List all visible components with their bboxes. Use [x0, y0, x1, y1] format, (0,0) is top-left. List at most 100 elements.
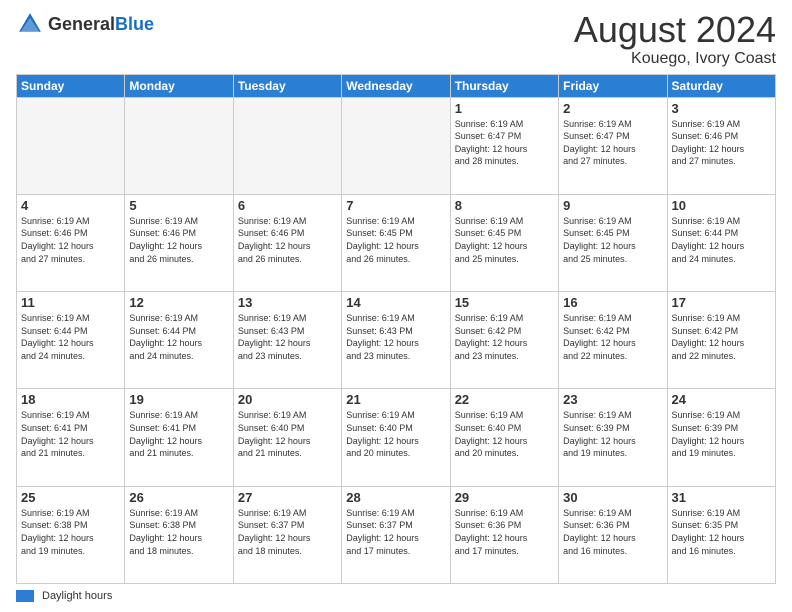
calendar-cell-w1-d3	[233, 97, 341, 194]
header-tuesday: Tuesday	[233, 74, 341, 97]
day-number: 3	[672, 101, 771, 116]
calendar-cell-w5-d5: 29Sunrise: 6:19 AM Sunset: 6:36 PM Dayli…	[450, 486, 558, 583]
day-info: Sunrise: 6:19 AM Sunset: 6:44 PM Dayligh…	[129, 312, 228, 362]
day-info: Sunrise: 6:19 AM Sunset: 6:45 PM Dayligh…	[455, 215, 554, 265]
day-info: Sunrise: 6:19 AM Sunset: 6:40 PM Dayligh…	[238, 409, 337, 459]
day-info: Sunrise: 6:19 AM Sunset: 6:37 PM Dayligh…	[238, 507, 337, 557]
calendar-cell-w2-d6: 9Sunrise: 6:19 AM Sunset: 6:45 PM Daylig…	[559, 194, 667, 291]
calendar-cell-w4-d2: 19 Sunrise: 6:19 AM Sunset: 6:41 PM Dayli…	[125, 389, 233, 486]
calendar-cell-w1-d7: 3 Sunrise: 6:19 AM Sunset: 6:46 PM Daylig…	[667, 97, 775, 194]
header-sunday: Sunday	[17, 74, 125, 97]
day-number: 15	[455, 295, 554, 310]
day-info: Sunrise: 6:19 AM Sunset: 6:39 PM Dayligh…	[672, 409, 771, 459]
day-number: 31	[672, 490, 771, 505]
header-thursday: Thursday	[450, 74, 558, 97]
calendar-cell-w4-d4: 21 Sunrise: 6:19 AM Sunset: 6:40 PM Dayli…	[342, 389, 450, 486]
day-info: Sunrise: 6:19 AM Sunset: 6:44 PM Dayligh…	[672, 215, 771, 265]
calendar-cell-w3-d3: 13Sunrise: 6:19 AM Sunset: 6:43 PM Dayli…	[233, 292, 341, 389]
day-info: Sunrise: 6:19 AM Sunset: 6:40 PM Dayligh…	[455, 409, 554, 459]
day-info: Sunrise: 6:19 AM Sunset: 6:47 PM Dayligh…	[455, 118, 554, 168]
day-number: 5	[129, 198, 228, 213]
calendar-cell-w2-d1: 4 Sunrise: 6:19 AM Sunset: 6:46 PM Daylig…	[17, 194, 125, 291]
calendar-cell-w4-d6: 23 Sunrise: 6:19 AM Sunset: 6:39 PM Dayli…	[559, 389, 667, 486]
day-info: Sunrise: 6:19 AM Sunset: 6:47 PM Dayligh…	[563, 118, 662, 168]
calendar-cell-w1-d1	[17, 97, 125, 194]
day-number: 12	[129, 295, 228, 310]
logo-general: General	[48, 14, 115, 34]
calendar-cell-w4-d7: 24 Sunrise: 6:19 AM Sunset: 6:39 PM Dayli…	[667, 389, 775, 486]
calendar-cell-w4-d5: 22Sunrise: 6:19 AM Sunset: 6:40 PM Dayli…	[450, 389, 558, 486]
day-info: Sunrise: 6:19 AM Sunset: 6:42 PM Dayligh…	[563, 312, 662, 362]
day-info: Sunrise: 6:19 AM Sunset: 6:44 PM Dayligh…	[21, 312, 120, 362]
day-number: 7	[346, 198, 445, 213]
header-friday: Friday	[559, 74, 667, 97]
location: Kouego, Ivory Coast	[574, 50, 776, 68]
page: GeneralBlue August 2024 Kouego, Ivory Co…	[0, 0, 792, 612]
day-info: Sunrise: 6:19 AM Sunset: 6:38 PM Dayligh…	[129, 507, 228, 557]
day-number: 17	[672, 295, 771, 310]
day-number: 18	[21, 392, 120, 407]
calendar-cell-w5-d6: 30Sunrise: 6:19 AM Sunset: 6:36 PM Dayli…	[559, 486, 667, 583]
day-number: 30	[563, 490, 662, 505]
day-info: Sunrise: 6:19 AM Sunset: 6:38 PM Dayligh…	[21, 507, 120, 557]
day-number: 4	[21, 198, 120, 213]
calendar-cell-w3-d7: 17 Sunrise: 6:19 AM Sunset: 6:42 PM Dayli…	[667, 292, 775, 389]
week-row-5: 25 Sunrise: 6:19 AM Sunset: 6:38 PM Dayli…	[17, 486, 776, 583]
day-number: 19	[129, 392, 228, 407]
calendar-cell-w4-d1: 18 Sunrise: 6:19 AM Sunset: 6:41 PM Dayli…	[17, 389, 125, 486]
day-number: 14	[346, 295, 445, 310]
calendar: Sunday Monday Tuesday Wednesday Thursday…	[16, 74, 776, 584]
calendar-cell-w3-d4: 14 Sunrise: 6:19 AM Sunset: 6:43 PM Dayli…	[342, 292, 450, 389]
day-info: Sunrise: 6:19 AM Sunset: 6:45 PM Dayligh…	[346, 215, 445, 265]
calendar-cell-w3-d5: 15 Sunrise: 6:19 AM Sunset: 6:42 PM Dayli…	[450, 292, 558, 389]
day-info: Sunrise: 6:19 AM Sunset: 6:41 PM Dayligh…	[21, 409, 120, 459]
day-number: 26	[129, 490, 228, 505]
day-number: 16	[563, 295, 662, 310]
day-number: 1	[455, 101, 554, 116]
day-info: Sunrise: 6:19 AM Sunset: 6:46 PM Dayligh…	[129, 215, 228, 265]
day-info: Sunrise: 6:19 AM Sunset: 6:37 PM Dayligh…	[346, 507, 445, 557]
day-number: 25	[21, 490, 120, 505]
day-number: 24	[672, 392, 771, 407]
calendar-cell-w5-d3: 27Sunrise: 6:19 AM Sunset: 6:37 PM Dayli…	[233, 486, 341, 583]
day-info: Sunrise: 6:19 AM Sunset: 6:43 PM Dayligh…	[346, 312, 445, 362]
footer: Daylight hours	[16, 590, 776, 602]
day-info: Sunrise: 6:19 AM Sunset: 6:35 PM Dayligh…	[672, 507, 771, 557]
week-row-4: 18 Sunrise: 6:19 AM Sunset: 6:41 PM Dayli…	[17, 389, 776, 486]
week-row-2: 4 Sunrise: 6:19 AM Sunset: 6:46 PM Daylig…	[17, 194, 776, 291]
day-info: Sunrise: 6:19 AM Sunset: 6:46 PM Dayligh…	[238, 215, 337, 265]
calendar-table: Sunday Monday Tuesday Wednesday Thursday…	[16, 74, 776, 584]
calendar-cell-w1-d5: 1 Sunrise: 6:19 AM Sunset: 6:47 PM Daylig…	[450, 97, 558, 194]
calendar-cell-w2-d4: 7 Sunrise: 6:19 AM Sunset: 6:45 PM Daylig…	[342, 194, 450, 291]
day-number: 21	[346, 392, 445, 407]
day-number: 9	[563, 198, 662, 213]
day-number: 10	[672, 198, 771, 213]
week-row-1: 1 Sunrise: 6:19 AM Sunset: 6:47 PM Daylig…	[17, 97, 776, 194]
day-number: 20	[238, 392, 337, 407]
day-info: Sunrise: 6:19 AM Sunset: 6:41 PM Dayligh…	[129, 409, 228, 459]
calendar-cell-w5-d2: 26 Sunrise: 6:19 AM Sunset: 6:38 PM Dayli…	[125, 486, 233, 583]
calendar-cell-w2-d7: 10 Sunrise: 6:19 AM Sunset: 6:44 PM Dayli…	[667, 194, 775, 291]
day-number: 29	[455, 490, 554, 505]
title-block: August 2024 Kouego, Ivory Coast	[574, 10, 776, 68]
day-info: Sunrise: 6:19 AM Sunset: 6:39 PM Dayligh…	[563, 409, 662, 459]
day-info: Sunrise: 6:19 AM Sunset: 6:40 PM Dayligh…	[346, 409, 445, 459]
day-number: 23	[563, 392, 662, 407]
day-info: Sunrise: 6:19 AM Sunset: 6:42 PM Dayligh…	[672, 312, 771, 362]
logo-blue: Blue	[115, 14, 154, 34]
legend-label: Daylight hours	[42, 590, 112, 602]
day-info: Sunrise: 6:19 AM Sunset: 6:46 PM Dayligh…	[672, 118, 771, 168]
calendar-cell-w3-d1: 11Sunrise: 6:19 AM Sunset: 6:44 PM Dayli…	[17, 292, 125, 389]
logo-icon	[16, 10, 44, 38]
calendar-cell-w5-d7: 31 Sunrise: 6:19 AM Sunset: 6:35 PM Dayli…	[667, 486, 775, 583]
calendar-cell-w3-d2: 12 Sunrise: 6:19 AM Sunset: 6:44 PM Dayli…	[125, 292, 233, 389]
day-info: Sunrise: 6:19 AM Sunset: 6:42 PM Dayligh…	[455, 312, 554, 362]
header-monday: Monday	[125, 74, 233, 97]
calendar-cell-w2-d3: 6Sunrise: 6:19 AM Sunset: 6:46 PM Daylig…	[233, 194, 341, 291]
logo: GeneralBlue	[16, 10, 154, 38]
calendar-cell-w3-d6: 16 Sunrise: 6:19 AM Sunset: 6:42 PM Dayli…	[559, 292, 667, 389]
calendar-cell-w1-d4	[342, 97, 450, 194]
month-year: August 2024	[574, 10, 776, 50]
calendar-cell-w1-d6: 2Sunrise: 6:19 AM Sunset: 6:47 PM Daylig…	[559, 97, 667, 194]
day-info: Sunrise: 6:19 AM Sunset: 6:46 PM Dayligh…	[21, 215, 120, 265]
